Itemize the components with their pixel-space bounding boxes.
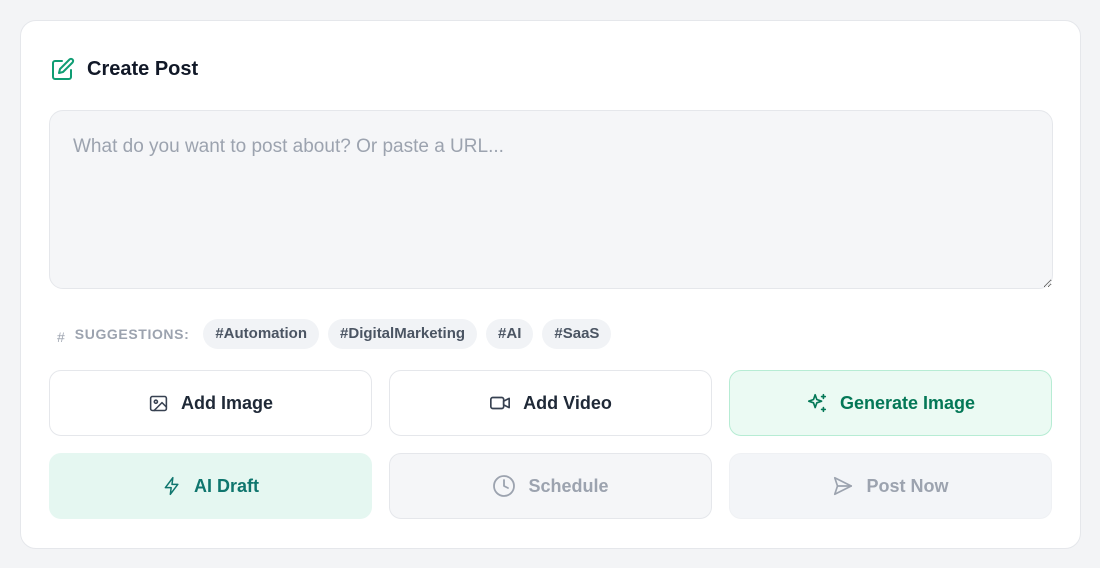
hashtag-chip-saas[interactable]: #SaaS bbox=[542, 319, 612, 349]
ai-draft-button[interactable]: AI Draft bbox=[49, 453, 372, 519]
ai-draft-label: AI Draft bbox=[193, 475, 259, 496]
composer bbox=[49, 110, 1053, 289]
image-icon bbox=[148, 393, 169, 414]
hashtag-chip-ai[interactable]: #AI bbox=[486, 319, 534, 349]
lightning-icon bbox=[162, 475, 182, 497]
card-header: Create Post bbox=[51, 57, 198, 81]
add-image-label: Add Image bbox=[180, 392, 273, 413]
hash-icon: # bbox=[57, 329, 65, 345]
clock-icon bbox=[492, 474, 516, 498]
hashtag-chip-automation[interactable]: #Automation bbox=[203, 319, 320, 349]
post-now-button[interactable]: Post Now bbox=[729, 453, 1052, 519]
hashtag-chip-digitalmarketing[interactable]: #DigitalMarketing bbox=[328, 319, 478, 349]
page-title: Create Post bbox=[87, 57, 199, 80]
schedule-button[interactable]: Schedule bbox=[389, 453, 712, 519]
generate-image-label: Generate Image bbox=[839, 392, 976, 413]
send-icon bbox=[832, 475, 854, 497]
generate-image-button[interactable]: Generate Image bbox=[729, 370, 1052, 436]
post-text-input[interactable] bbox=[49, 110, 1053, 289]
add-image-button[interactable]: Add Image bbox=[49, 370, 372, 436]
add-video-button[interactable]: Add Video bbox=[389, 370, 712, 436]
add-video-label: Add Video bbox=[523, 392, 612, 413]
schedule-label: Schedule bbox=[528, 475, 609, 496]
post-now-label: Post Now bbox=[866, 475, 949, 496]
sparkles-icon bbox=[806, 392, 828, 414]
suggestions-label: SUGGESTIONS: bbox=[74, 326, 190, 342]
video-icon bbox=[489, 392, 511, 414]
edit-icon bbox=[51, 57, 75, 81]
hashtag-suggestions: # SUGGESTIONS: #Automation #DigitalMarke… bbox=[57, 319, 620, 349]
create-post-card: Create Post # SUGGESTIONS: #Automation #… bbox=[20, 20, 1081, 549]
